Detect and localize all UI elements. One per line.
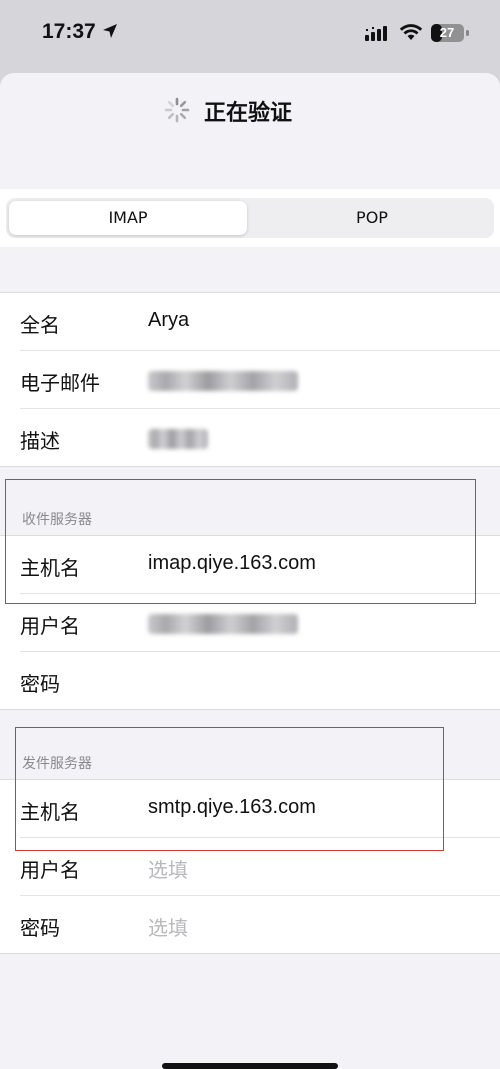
row-label: 用户名 <box>20 614 80 638</box>
location-arrow-icon <box>103 24 117 38</box>
outgoing-password-row[interactable]: 密码 选填 <box>20 896 500 953</box>
row-label: 用户名 <box>20 858 80 882</box>
row-label: 全名 <box>20 313 60 337</box>
status-bar: 17:37 27 <box>0 0 500 66</box>
row-label: 密码 <box>20 916 60 940</box>
nav-bar: 正在验证 <box>0 73 500 189</box>
segment-imap[interactable]: IMAP <box>9 201 247 235</box>
outgoing-password-field[interactable]: 选填 <box>148 912 188 941</box>
segment-pop[interactable]: POP <box>253 201 491 235</box>
protocol-segmented-control: IMAP POP <box>6 198 494 238</box>
row-label: 描述 <box>20 429 60 453</box>
nav-title: 正在验证 <box>204 101 293 126</box>
status-time: 17:37 <box>42 20 96 43</box>
row-label: 电子邮件 <box>20 371 100 395</box>
description-field-blurred[interactable] <box>148 429 208 449</box>
wifi-icon <box>399 24 423 40</box>
home-indicator <box>162 1063 338 1069</box>
full-name-row[interactable]: 全名 Arya <box>20 293 500 351</box>
email-row[interactable]: 电子邮件 <box>20 351 500 409</box>
incoming-username-field-blurred[interactable] <box>148 614 298 634</box>
description-row[interactable]: 描述 <box>20 409 500 466</box>
account-info-group: 全名 Arya 电子邮件 描述 <box>0 292 500 467</box>
email-field-blurred[interactable] <box>148 371 298 391</box>
activity-spinner-icon <box>164 97 190 123</box>
incoming-password-row[interactable]: 密码 <box>20 652 500 709</box>
incoming-server-highlight-box <box>5 479 476 604</box>
battery-level: 27 <box>439 25 455 40</box>
screen: 17:37 27 正在验证 IMAP POP 全名 Arya 电子邮件 描述 收… <box>0 0 500 1069</box>
outgoing-server-highlight-box <box>15 727 444 851</box>
outgoing-username-field[interactable]: 选填 <box>148 854 188 883</box>
full-name-field[interactable]: Arya <box>148 309 189 332</box>
row-label: 密码 <box>20 672 60 696</box>
signal-icon <box>365 26 387 41</box>
